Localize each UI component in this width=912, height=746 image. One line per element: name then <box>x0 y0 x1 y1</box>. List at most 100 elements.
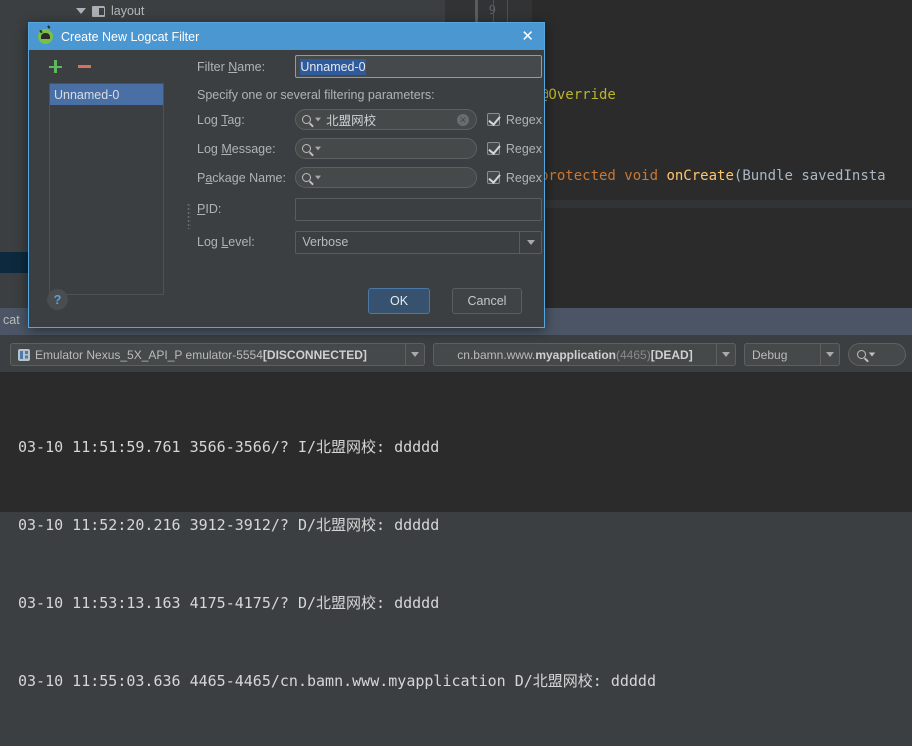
label-part: ag: <box>227 112 245 127</box>
log-line: 03-10 11:51:59.761 3566-3566/? I/北盟网校: d… <box>18 438 440 456</box>
gutter-divider <box>493 0 494 22</box>
splitter-handle[interactable] <box>187 203 191 229</box>
triangle-down-icon[interactable] <box>76 8 86 14</box>
pid-label: PID: <box>197 202 295 216</box>
checkbox-checked-icon[interactable] <box>486 113 500 126</box>
ok-button[interactable]: OK <box>368 288 430 314</box>
vcs-change-marker <box>507 0 508 22</box>
package-name-input[interactable] <box>295 167 477 188</box>
checkbox-checked-icon[interactable] <box>486 171 500 184</box>
device-name: Emulator Nexus_5X_API_P emulator-5554 <box>35 347 263 362</box>
log-level-value: Debug <box>752 347 788 362</box>
log-line: 03-10 11:52:20.216 3912-3912/? D/北盟网校: d… <box>18 516 440 534</box>
process-package-name: myapplication <box>535 347 617 362</box>
logcat-toolbar: Emulator Nexus_5X_API_P emulator-5554 [D… <box>0 337 912 372</box>
label-part: ckage Name: <box>212 170 286 185</box>
label-part: Log <box>197 141 222 156</box>
label-mnemonic: N <box>228 59 238 74</box>
filter-list-toolbar <box>49 60 91 73</box>
code-editor[interactable]: @Override protected void onCreate(Bundle… <box>532 0 912 208</box>
process-status: [DEAD] <box>650 347 693 362</box>
search-icon <box>302 173 312 182</box>
help-button[interactable]: ? <box>47 289 68 310</box>
log-tag-regex-checkbox[interactable]: Regex <box>486 112 542 127</box>
log-tag-input[interactable]: 北盟网校 ✕ <box>295 109 477 130</box>
log-message-input[interactable] <box>295 138 477 159</box>
pid-row: PID: <box>197 192 542 226</box>
chevron-down-icon[interactable] <box>315 117 322 122</box>
chevron-down-icon[interactable] <box>868 352 876 357</box>
process-package-prefix: cn.bamn.www. <box>457 347 536 362</box>
device-dropdown-arrow[interactable] <box>405 344 424 365</box>
log-tag-row: Log Tag: 北盟网校 ✕ Regex <box>197 105 542 134</box>
close-icon[interactable]: ✕ <box>519 29 536 44</box>
device-icon <box>18 348 30 361</box>
label-mnemonic: M <box>221 141 232 156</box>
label-part: essage: <box>231 141 276 156</box>
regex-label: Regex <box>505 141 542 156</box>
minus-icon[interactable] <box>78 65 91 68</box>
code-line-1: @Override <box>532 82 912 109</box>
gutter-marker <box>475 0 478 22</box>
chevron-down-icon <box>722 352 730 357</box>
cancel-button[interactable]: Cancel <box>452 288 522 314</box>
chevron-down-icon <box>411 352 419 357</box>
filter-list[interactable]: Unnamed-0 <box>49 83 164 295</box>
android-robot-icon <box>38 29 53 44</box>
chevron-down-icon <box>826 352 834 357</box>
label-part: ame: <box>237 59 266 74</box>
log-level-select[interactable]: Verbose <box>295 230 542 254</box>
ide-window: layout 9 @Override protected void onCrea… <box>0 0 912 690</box>
logcat-output[interactable]: 03-10 11:51:59.761 3566-3566/? I/北盟网校: d… <box>0 372 912 690</box>
label-part: Filter <box>197 59 229 74</box>
filter-name-row: Filter Name: Unnamed-0 <box>197 50 542 83</box>
log-message-regex-checkbox[interactable]: Regex <box>486 141 542 156</box>
project-tree-row[interactable]: layout <box>0 0 445 22</box>
device-selector[interactable]: Emulator Nexus_5X_API_P emulator-5554 [D… <box>10 343 425 366</box>
tree-selected-row <box>0 252 30 273</box>
dialog-title-bar[interactable]: Create New Logcat Filter ✕ <box>29 23 544 50</box>
pid-input[interactable] <box>295 197 542 221</box>
log-message-row: Log Message: Regex <box>197 134 542 163</box>
project-tree-item-label: layout <box>111 4 145 18</box>
specify-hint: Specify one or several filtering paramet… <box>197 88 435 102</box>
label-part: evel: <box>228 235 255 249</box>
logcat-search-input[interactable] <box>848 343 906 366</box>
log-level-label: Log Level: <box>197 235 295 249</box>
list-item[interactable]: Unnamed-0 <box>50 84 163 105</box>
log-level-selector[interactable]: Debug <box>744 343 840 366</box>
log-level-dropdown-arrow[interactable] <box>820 344 839 365</box>
create-logcat-filter-dialog: Create New Logcat Filter ✕ Unnamed-0 Fil… <box>28 22 545 328</box>
process-pid: (4465) <box>616 347 651 362</box>
label-part: ID: <box>205 202 222 216</box>
filter-name-label: Filter Name: <box>197 60 295 74</box>
plus-icon[interactable] <box>49 60 62 73</box>
method-params: (Bundle savedInsta <box>733 168 886 184</box>
filter-form: Filter Name: Unnamed-0 Specify one or se… <box>197 50 542 258</box>
keyword-void: void <box>624 168 659 184</box>
search-icon <box>302 144 312 153</box>
log-tag-label: Log Tag: <box>197 113 295 127</box>
keyword-protected: protected <box>540 168 616 184</box>
log-level-row: Log Level: Verbose <box>197 226 542 258</box>
checkbox-checked-icon[interactable] <box>486 142 500 155</box>
dialog-body: Unnamed-0 Filter Name: Unnamed-0 Specify… <box>29 50 544 329</box>
filter-name-value: Unnamed-0 <box>300 58 366 75</box>
regex-label: Regex <box>505 112 542 127</box>
log-message-label: Log Message: <box>197 142 295 156</box>
label-part: Log <box>197 235 222 249</box>
folder-icon <box>92 5 105 17</box>
chevron-down-icon[interactable] <box>315 175 322 180</box>
dialog-footer: ? OK Cancel <box>29 281 544 329</box>
tab-logcat-label: cat <box>3 313 20 327</box>
package-name-regex-checkbox[interactable]: Regex <box>486 171 542 185</box>
package-name-row: Package Name: Regex <box>197 163 542 192</box>
process-selector[interactable]: cn.bamn.www. myapplication (4465) [DEAD] <box>433 343 736 366</box>
process-dropdown-arrow[interactable] <box>716 344 735 365</box>
clear-icon[interactable]: ✕ <box>456 114 469 126</box>
log-level-dropdown-arrow[interactable] <box>519 231 541 253</box>
chevron-down-icon[interactable] <box>315 146 322 151</box>
package-name-label: Package Name: <box>197 171 295 185</box>
label-part: Log <box>197 112 222 127</box>
filter-name-input[interactable]: Unnamed-0 <box>295 55 542 78</box>
